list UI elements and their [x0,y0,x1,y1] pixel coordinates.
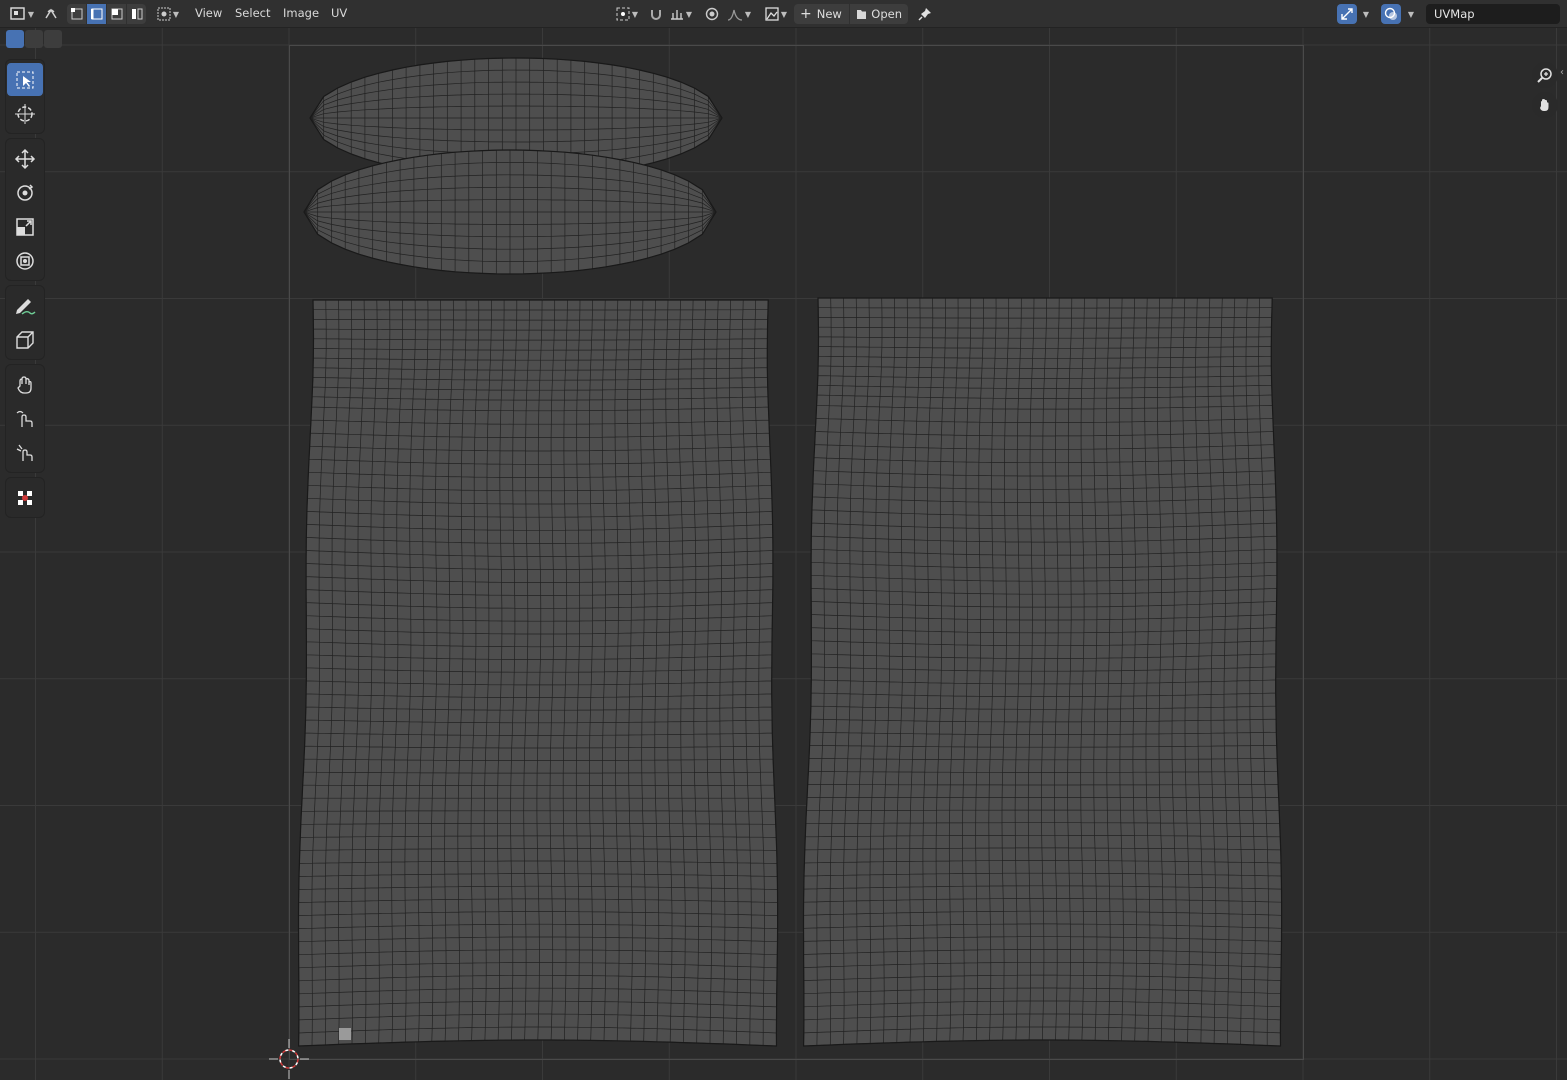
gizmo-dropdown[interactable]: ▼ [1358,4,1372,24]
pivot-icon [616,7,630,21]
island-select-icon [131,8,142,20]
background-grid [0,28,1567,1080]
open-image-label: Open [871,7,902,21]
pin-image-toggle[interactable] [915,4,935,24]
snap-target-dropdown[interactable]: ▼ [667,4,695,24]
transform-icon [16,251,34,270]
tool-shelf [6,60,44,523]
tool-rip-region[interactable] [7,323,43,356]
selected-vertex-marker [339,1028,351,1040]
tool-relax[interactable] [7,402,43,435]
mode-extend-button[interactable] [25,30,43,48]
pan-view-button[interactable] [1532,92,1558,118]
select-mode-face[interactable] [107,4,126,24]
tool-rotate[interactable] [7,176,43,209]
pivot-point-dropdown[interactable]: ▼ [612,4,642,24]
pinch-icon [16,444,33,461]
tool-transform[interactable] [7,244,43,277]
tool-cursor[interactable] [7,97,43,130]
uv-island-left-panel [297,299,779,1047]
uv-island-cap-lower [303,149,717,275]
sample-icon [18,490,32,505]
rip-icon [16,330,34,349]
uv-editor-canvas[interactable] [0,0,1567,1080]
uv-map-name: UVMap [1434,7,1475,21]
folder-icon [857,10,867,19]
relax-icon [16,410,33,427]
select-mode-edge[interactable] [87,4,106,24]
falloff-dropdown[interactable]: ▼ [724,4,754,24]
sync-selection-button[interactable] [41,4,61,24]
selection-mode-row [6,30,62,48]
vertex-select-icon [70,8,82,20]
tool-move[interactable] [7,142,43,175]
sticky-selection-icon [157,7,171,21]
annotate-icon [16,298,36,315]
uv-map-selector[interactable]: UVMap [1426,4,1560,24]
menu-image[interactable]: Image [283,6,319,20]
scale-icon [16,217,34,236]
rotate-icon [17,183,34,201]
proportional-editing-toggle[interactable] [703,4,721,24]
face-select-icon [111,8,122,20]
menu-select[interactable]: Select [235,6,270,20]
tool-sample[interactable] [7,481,43,514]
sidebar-toggle-arrow[interactable]: ‹ [1560,67,1564,78]
overlays-dropdown[interactable]: ▼ [1403,4,1417,24]
overlays-icon [1384,7,1397,20]
tool-group-annotate [6,286,44,359]
sync-icon [45,8,57,19]
uv-island-right-panel [802,297,1283,1047]
cursor-icon [15,103,35,124]
zoom-view-button[interactable] [1532,62,1558,88]
snap-increment-icon [670,10,683,20]
tool-group-select [6,60,44,133]
tool-grab[interactable] [7,368,43,401]
select-mode-island[interactable] [127,4,146,24]
move-icon [14,148,36,169]
tool-group-sample [6,478,44,517]
tool-scale[interactable] [7,210,43,243]
edge-select-icon [90,8,102,20]
tool-select-box[interactable] [7,63,43,96]
editor-type-button[interactable]: ▼ [6,4,38,24]
plus-icon: + [800,6,812,22]
tool-annotate[interactable] [7,289,43,322]
snap-toggle[interactable] [647,4,665,24]
grab-icon [17,375,32,394]
overlays-toggle[interactable] [1381,4,1401,24]
editor-header: ▼ ▼ View Select Image UV ▼ ▼ ▼ ▼ + New O… [0,0,1567,28]
magnet-icon [651,10,661,20]
uv-editor-window: ▼ ▼ View Select Image UV ▼ ▼ ▼ ▼ + New O… [0,0,1567,1080]
sticky-selection-dropdown[interactable]: ▼ [154,4,182,24]
gizmo-icon [1341,8,1353,20]
new-image-button[interactable]: + New [794,4,849,24]
hand-icon [1540,99,1549,111]
image-icon [765,7,779,21]
select-box-icon [16,71,34,88]
menu-view[interactable]: View [195,6,222,20]
proportional-edit-icon [705,7,719,21]
zoom-icon [1537,68,1552,83]
new-image-label: New [816,7,842,21]
mode-set-button[interactable] [6,30,24,48]
menu-uv[interactable]: UV [331,6,347,20]
open-image-button[interactable]: Open [850,4,908,24]
mode-subtract-button[interactable] [44,30,62,48]
tool-pinch[interactable] [7,436,43,469]
select-mode-vertex[interactable] [67,4,86,24]
uv-editor-icon [10,7,25,20]
falloff-curve-icon [727,9,742,21]
gizmo-toggle[interactable] [1337,4,1357,24]
image-browse-dropdown[interactable]: ▼ [762,4,790,24]
tool-group-sculpt [6,365,44,472]
pin-icon [918,8,931,21]
tool-group-transform [6,139,44,280]
